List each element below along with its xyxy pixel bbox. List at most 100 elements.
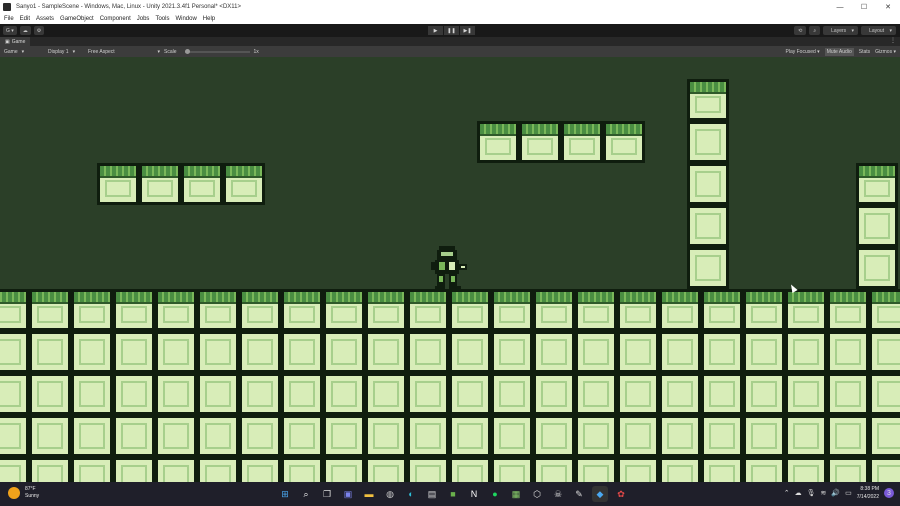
xbox-icon[interactable]: ◍ xyxy=(382,486,398,502)
close-button[interactable]: ✕ xyxy=(876,0,900,14)
history-icon[interactable]: ⟲ xyxy=(794,26,807,35)
menu-window[interactable]: Window xyxy=(175,16,196,22)
unity-hub-icon[interactable]: ⬡ xyxy=(529,486,545,502)
ground-tile xyxy=(491,415,533,457)
ground-tile xyxy=(197,373,239,415)
ground-tile xyxy=(701,457,743,482)
grass-tile xyxy=(155,289,197,331)
ground-tile xyxy=(71,373,113,415)
skull-app-icon[interactable]: ☠ xyxy=(550,486,566,502)
unity-editor-icon[interactable]: ◆ xyxy=(592,486,608,502)
edge-icon[interactable]: ◐ xyxy=(403,486,419,502)
menu-component[interactable]: Component xyxy=(100,16,131,22)
menu-file[interactable]: File xyxy=(4,16,14,22)
ground-tile xyxy=(533,415,575,457)
gizmos-dropdown[interactable]: Gizmos ▾ xyxy=(875,49,896,55)
window-titlebar: Sanyo1 - SampleScene - Windows, Mac, Lin… xyxy=(0,0,900,14)
ground-tile xyxy=(449,373,491,415)
menu-edit[interactable]: Edit xyxy=(20,16,30,22)
scale-slider-knob[interactable] xyxy=(184,48,190,54)
search-icon[interactable]: ⌕ xyxy=(809,26,821,35)
mute-audio-toggle[interactable]: Mute Audio xyxy=(824,47,854,56)
ground-tile xyxy=(365,415,407,457)
clock[interactable]: 8:38 PM 7/14/2022 xyxy=(857,485,879,501)
spotify-icon[interactable]: ● xyxy=(487,486,503,502)
scale-slider[interactable] xyxy=(184,48,250,54)
ground-tile xyxy=(617,331,659,373)
ground-tile xyxy=(617,415,659,457)
gear-icon[interactable]: ⚙ xyxy=(33,26,45,35)
game-view-options: Play Focused ▾ Mute Audio Stats Gizmos ▾ xyxy=(786,46,896,57)
menu-gameobject[interactable]: GameObject xyxy=(60,16,94,22)
weather-widget[interactable]: 87°F Sunny xyxy=(8,486,39,500)
task-view-icon[interactable]: ❐ xyxy=(319,486,335,502)
account-button[interactable]: G ▾ xyxy=(3,26,17,35)
windows-taskbar: 87°F Sunny ⊞ ⌕ ❐ ▣ ▬ ◍ ◐ ▤ ■ N ● ▦ ⬡ ☠ ✎… xyxy=(0,482,900,506)
notion-icon[interactable]: N xyxy=(466,486,482,502)
app-with-badge-icon[interactable]: ✿ xyxy=(613,486,629,502)
chevron-up-icon[interactable]: ⌃ xyxy=(784,489,790,497)
aspect-select[interactable]: Free Aspect ▾ xyxy=(88,49,160,55)
minimize-button[interactable]: — xyxy=(828,0,852,14)
minecraft-icon[interactable]: ■ xyxy=(445,486,461,502)
layout-dropdown[interactable]: Layout ▾ xyxy=(861,26,896,35)
tab-game[interactable]: ▣ Game xyxy=(0,37,31,46)
menu-help[interactable]: Help xyxy=(203,16,215,22)
volume-icon[interactable]: 🔊 xyxy=(831,489,840,497)
ground-tile xyxy=(71,331,113,373)
store-icon[interactable]: ▤ xyxy=(424,486,440,502)
game-select-label: Game xyxy=(4,48,18,55)
play-mode-dropdown[interactable]: Play Focused ▾ xyxy=(786,49,820,55)
search-icon[interactable]: ⌕ xyxy=(298,486,314,502)
onedrive-icon[interactable]: ☁ xyxy=(795,489,802,497)
menu-tools[interactable]: Tools xyxy=(155,16,169,22)
ground-tile xyxy=(785,415,827,457)
menu-assets[interactable]: Assets xyxy=(36,16,54,22)
wifi-icon[interactable]: ≋ xyxy=(821,489,827,497)
chat-icon[interactable]: ▣ xyxy=(340,486,356,502)
ground-tile xyxy=(29,373,71,415)
grass-tile xyxy=(71,289,113,331)
battery-icon[interactable]: ▭ xyxy=(845,489,852,497)
feather-app-icon[interactable]: ✎ xyxy=(571,486,587,502)
ground-tile xyxy=(785,331,827,373)
ground-tile xyxy=(239,331,281,373)
menu-jobs[interactable]: Jobs xyxy=(137,16,150,22)
ground-tile xyxy=(575,457,617,482)
layers-dropdown[interactable]: Layers ▾ xyxy=(823,26,859,35)
chevron-down-icon: ▾ xyxy=(157,48,160,55)
stats-toggle[interactable]: Stats xyxy=(859,49,870,55)
ground-tile xyxy=(491,331,533,373)
microphone-icon[interactable]: 🎙 xyxy=(807,489,816,497)
notification-badge[interactable]: 3 xyxy=(884,488,894,498)
ground-tile xyxy=(449,457,491,482)
ground-tile xyxy=(869,415,900,457)
maximize-button[interactable]: ☐ xyxy=(852,0,876,14)
cloud-icon[interactable]: ☁ xyxy=(19,26,31,35)
scale-control: Scale 1x xyxy=(164,48,259,55)
ground-tile xyxy=(687,163,729,205)
game-icon: ▣ xyxy=(5,38,10,45)
grass-tile xyxy=(701,289,743,331)
windows-start-icon[interactable]: ⊞ xyxy=(277,486,293,502)
game-select[interactable]: Game ▾ xyxy=(4,49,44,55)
pause-button[interactable]: ❚❚ xyxy=(444,26,459,35)
grass-tile xyxy=(365,289,407,331)
ground-tile xyxy=(659,457,701,482)
grass-tile xyxy=(561,121,603,163)
ground-tile xyxy=(29,457,71,482)
grass-tile xyxy=(856,163,898,205)
grid-app-icon[interactable]: ▦ xyxy=(508,486,524,502)
more-icon[interactable]: ⋮ xyxy=(890,37,896,44)
ground-tile xyxy=(281,331,323,373)
play-button[interactable]: ▶ xyxy=(428,26,443,35)
scale-label: Scale xyxy=(164,48,177,55)
game-view-toolbar: Game ▾ Display 1 ▾ Free Aspect ▾ Scale 1x P… xyxy=(0,46,900,57)
ground-tile xyxy=(533,373,575,415)
file-explorer-icon[interactable]: ▬ xyxy=(361,486,377,502)
ground-tile xyxy=(155,415,197,457)
game-viewport[interactable] xyxy=(0,57,900,482)
step-button[interactable]: ▶❚ xyxy=(460,26,475,35)
display-select[interactable]: Display 1 ▾ xyxy=(48,49,84,55)
ground-tile xyxy=(0,331,29,373)
